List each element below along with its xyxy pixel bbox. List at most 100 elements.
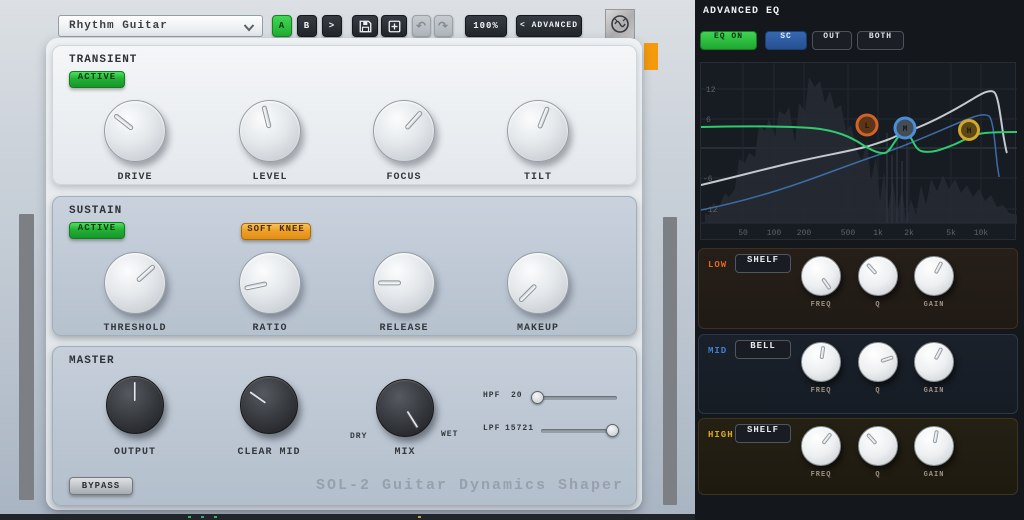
both-button[interactable]: BOTH <box>857 31 904 50</box>
high-gain-knob[interactable] <box>914 426 954 466</box>
drive-knob-pointer <box>93 89 177 173</box>
clear-mid-knob[interactable] <box>240 376 298 434</box>
ratio-knob-pointer <box>234 247 305 318</box>
mix-knob[interactable] <box>376 379 434 437</box>
threshold-knob[interactable] <box>104 252 166 314</box>
eq-band-high: HIGH SHELF FREQ Q GAIN <box>698 418 1018 495</box>
drive-knob[interactable] <box>104 100 166 162</box>
plugin-window: Rhythm Guitar A B > ↶ ↷ 100% < ADVANCED <box>0 0 1024 520</box>
mid-band-label: MID <box>708 346 727 356</box>
low-gain-knob[interactable] <box>914 256 954 296</box>
svg-text:200: 200 <box>797 229 812 238</box>
slot-copy-button[interactable]: > <box>322 15 342 37</box>
release-knob[interactable] <box>373 252 435 314</box>
level-knob-label: LEVEL <box>210 172 330 183</box>
low-freq-knob[interactable] <box>801 256 841 296</box>
wet-label: WET <box>441 430 458 439</box>
transient-active-button[interactable]: ACTIVE <box>69 71 125 88</box>
tilt-knob[interactable] <box>507 100 569 162</box>
svg-text:-12: -12 <box>703 206 718 215</box>
soft-knee-button[interactable]: SOFT KNEE <box>241 223 311 240</box>
makeup-knob-pointer <box>496 241 581 326</box>
plus-icon <box>387 19 402 34</box>
tilt-knob-label: TILT <box>478 172 598 183</box>
makeup-knob[interactable] <box>507 252 569 314</box>
eq-marker-low[interactable]: L <box>857 115 877 135</box>
mix-knob-label: MIX <box>345 447 465 458</box>
svg-text:2k: 2k <box>904 229 914 238</box>
sc-button[interactable]: SC <box>765 31 807 50</box>
focus-knob-label: FOCUS <box>344 172 464 183</box>
high-gain-label: GAIN <box>894 471 974 479</box>
eq-graph[interactable]: L M H 12 6 -6 -12 50 100 <box>700 62 1016 240</box>
right-scrollbar-thumb[interactable] <box>663 217 677 505</box>
svg-text:M: M <box>903 125 908 134</box>
status-dot <box>188 516 191 518</box>
transient-section: TRANSIENT ACTIVE DRIVE LEVEL FOCUS TILT <box>52 45 637 185</box>
mid-freq-knob[interactable] <box>801 342 841 382</box>
slot-b-button[interactable]: B <box>297 15 317 37</box>
mid-gain-knob[interactable] <box>914 342 954 382</box>
lpf-label: LPF <box>483 424 500 433</box>
eq-marker-mid[interactable]: M <box>895 118 915 138</box>
bottom-edge <box>0 514 695 520</box>
svg-text:-6: -6 <box>703 175 713 184</box>
add-preset-button[interactable] <box>381 15 407 37</box>
tilt-knob-pointer <box>499 92 577 170</box>
transient-title: TRANSIENT <box>69 54 137 66</box>
svg-text:5k: 5k <box>946 229 956 238</box>
hpf-slider-handle[interactable] <box>531 391 544 404</box>
low-q-knob[interactable] <box>858 256 898 296</box>
svg-text:H: H <box>967 127 972 136</box>
redo-button[interactable]: ↷ <box>434 15 453 37</box>
threshold-knob-pointer <box>93 241 178 326</box>
svg-text:100: 100 <box>767 229 782 238</box>
master-title: MASTER <box>69 355 115 367</box>
output-knob[interactable] <box>106 376 164 434</box>
mix-knob-pointer <box>366 369 443 446</box>
save-preset-button[interactable] <box>352 15 378 37</box>
save-icon <box>358 19 373 34</box>
advanced-toggle-button[interactable]: < ADVANCED <box>516 15 582 37</box>
master-section: MASTER OUTPUT CLEAR MID DRY WET MIX HPF … <box>52 346 637 506</box>
zoom-level-button[interactable]: 100% <box>465 15 507 37</box>
svg-text:L: L <box>865 122 870 131</box>
hpf-slider-track[interactable] <box>535 396 617 400</box>
focus-knob[interactable] <box>373 100 435 162</box>
hpf-value: 20 <box>511 391 523 400</box>
eq-marker-high[interactable]: H <box>960 121 979 140</box>
sustain-title: SUSTAIN <box>69 205 122 217</box>
threshold-knob-label: THRESHOLD <box>75 323 195 334</box>
preset-select[interactable]: Rhythm Guitar <box>58 15 263 37</box>
level-knob[interactable] <box>239 100 301 162</box>
clear-mid-knob-pointer <box>230 366 308 444</box>
high-shelf-mode-button[interactable]: SHELF <box>735 424 791 443</box>
svg-text:10k: 10k <box>974 229 989 238</box>
slot-a-button[interactable]: A <box>272 15 292 37</box>
high-band-label: HIGH <box>708 430 734 440</box>
chevron-down-icon <box>243 24 255 32</box>
output-knob-pointer <box>107 377 163 433</box>
high-freq-knob[interactable] <box>801 426 841 466</box>
bypass-button[interactable]: BYPASS <box>69 477 133 495</box>
mid-bell-mode-button[interactable]: BELL <box>735 340 791 359</box>
output-knob-label: OUTPUT <box>75 447 195 458</box>
eq-on-button[interactable]: EQ ON <box>700 31 757 50</box>
low-shelf-mode-button[interactable]: SHELF <box>735 254 791 273</box>
sustain-active-button[interactable]: ACTIVE <box>69 222 125 239</box>
lpf-slider-handle[interactable] <box>606 424 619 437</box>
left-scrollbar-thumb[interactable] <box>19 214 34 500</box>
ratio-knob[interactable] <box>239 252 301 314</box>
makeup-knob-label: MAKEUP <box>478 323 598 334</box>
undo-button[interactable]: ↶ <box>412 15 431 37</box>
out-button[interactable]: OUT <box>812 31 852 50</box>
svg-text:12: 12 <box>706 86 716 95</box>
high-q-knob[interactable] <box>858 426 898 466</box>
sustain-section: SUSTAIN ACTIVE SOFT KNEE THRESHOLD RATIO… <box>52 196 637 336</box>
resize-grip[interactable] <box>644 43 658 70</box>
svg-text:1k: 1k <box>873 229 883 238</box>
mid-q-knob[interactable] <box>858 342 898 382</box>
advanced-eq-title: ADVANCED EQ <box>703 6 780 17</box>
spectrum-analyzer <box>705 77 1017 223</box>
focus-knob-pointer <box>362 89 447 174</box>
